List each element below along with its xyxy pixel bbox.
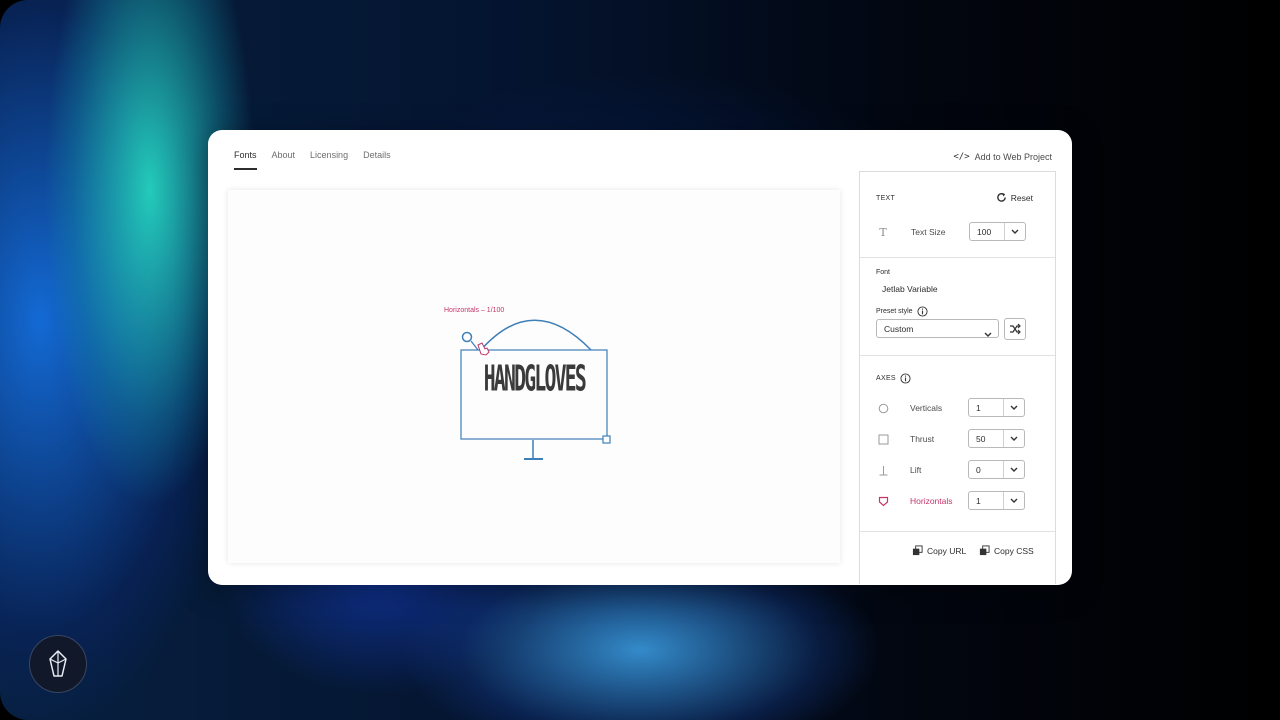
axis-row-verticals: Verticals 1 — [860, 397, 1055, 419]
square-icon — [876, 432, 890, 446]
copy-url-button[interactable]: Copy URL — [912, 545, 966, 556]
text-size-label: Text Size — [911, 227, 946, 237]
horizontals-handle — [461, 331, 473, 343]
preview-canvas[interactable]: Horizontals – 1/100 HANDGLOVES — [228, 190, 840, 563]
chevron-down-icon — [1003, 430, 1024, 447]
text-size-select[interactable]: 100 — [969, 222, 1026, 241]
reset-label: Reset — [1010, 192, 1033, 203]
axis-value: 0 — [976, 465, 981, 475]
font-tester-window: Fonts About Licensing Details </> Add to… — [208, 130, 1072, 585]
info-icon[interactable] — [900, 373, 911, 384]
font-section: Font Jetlab Variable Preset style Custom — [860, 258, 1055, 356]
info-icon[interactable] — [917, 306, 928, 317]
shuffle-button[interactable] — [1004, 318, 1026, 340]
circle-icon — [876, 401, 890, 415]
preset-style-heading: Preset style — [876, 306, 928, 317]
axis-value: 1 — [976, 403, 981, 413]
chevron-down-icon — [1003, 399, 1024, 416]
shield-icon — [876, 494, 890, 508]
tab-about[interactable]: About — [272, 150, 296, 170]
tab-fonts[interactable]: Fonts — [234, 150, 257, 170]
axis-name: Verticals — [910, 403, 943, 413]
lift-select[interactable]: 0 — [968, 460, 1025, 479]
add-to-web-project-label: Add to Web Project — [974, 152, 1052, 162]
chevron-down-icon — [1003, 461, 1024, 478]
text-section-title: TEXT — [876, 195, 896, 202]
axis-name: Horizontals — [910, 496, 953, 506]
font-label: Font — [876, 269, 891, 276]
chevron-down-icon — [984, 325, 992, 343]
verticals-select[interactable]: 1 — [968, 398, 1025, 417]
font-name: Jetlab Variable — [882, 284, 938, 294]
sample-glyphs: HANDGLOVES — [483, 358, 586, 400]
preset-style-value: Custom — [884, 324, 914, 334]
copy-css-button[interactable]: Copy CSS — [979, 545, 1034, 556]
text-size-value: 100 — [977, 227, 992, 237]
add-to-web-project-button[interactable]: </> Add to Web Project — [953, 152, 1052, 162]
axis-row-horizontals: Horizontals 1 — [860, 490, 1055, 512]
chevron-down-icon — [1004, 223, 1025, 240]
tab-bar: Fonts About Licensing Details — [234, 150, 406, 170]
axis-value: 50 — [976, 434, 986, 444]
axes-title: AXES — [876, 375, 896, 382]
text-section: TEXT Reset T Text Size 100 — [860, 172, 1055, 258]
horizontals-arc — [479, 319, 592, 352]
font-sample-text[interactable]: HANDGLOVES — [460, 353, 608, 405]
preset-style-select[interactable]: Custom — [876, 319, 999, 338]
text-size-icon: T — [879, 225, 887, 239]
code-icon: </> — [953, 152, 970, 162]
axis-name: Thrust — [910, 434, 935, 444]
preset-style-label: Preset style — [876, 308, 913, 315]
lift-icon — [876, 463, 890, 477]
refresh-icon — [996, 192, 1006, 202]
horizontals-select[interactable]: 1 — [968, 491, 1025, 510]
axis-name: Lift — [910, 465, 922, 475]
chevron-down-icon — [1003, 492, 1024, 509]
axes-heading: AXES — [876, 373, 911, 384]
reset-button[interactable]: Reset — [996, 192, 1033, 203]
copy-url-label: Copy URL — [927, 545, 967, 556]
thrust-select[interactable]: 50 — [968, 429, 1025, 448]
shuffle-icon — [1010, 323, 1021, 335]
handle-connector — [470, 340, 479, 351]
axis-row-thrust: Thrust 50 — [860, 428, 1055, 450]
text-size-row: T Text Size 100 — [860, 221, 1055, 243]
resize-handle — [602, 435, 611, 444]
properties-sidebar: TEXT Reset T Text Size 100 Font Jetlab V… — [859, 171, 1056, 584]
tab-details[interactable]: Details — [363, 150, 391, 170]
axis-row-lift: Lift 0 — [860, 459, 1055, 481]
app-logo — [29, 635, 87, 693]
copy-icon — [979, 545, 990, 556]
copy-icon — [912, 545, 923, 556]
crystal-icon — [49, 650, 67, 677]
copy-css-label: Copy CSS — [994, 545, 1034, 556]
axes-section: AXES Verticals 1 Thrust 50 Lift 0 Horizo… — [860, 356, 1055, 532]
tab-licensing[interactable]: Licensing — [310, 150, 348, 170]
axis-value: 1 — [976, 496, 981, 506]
